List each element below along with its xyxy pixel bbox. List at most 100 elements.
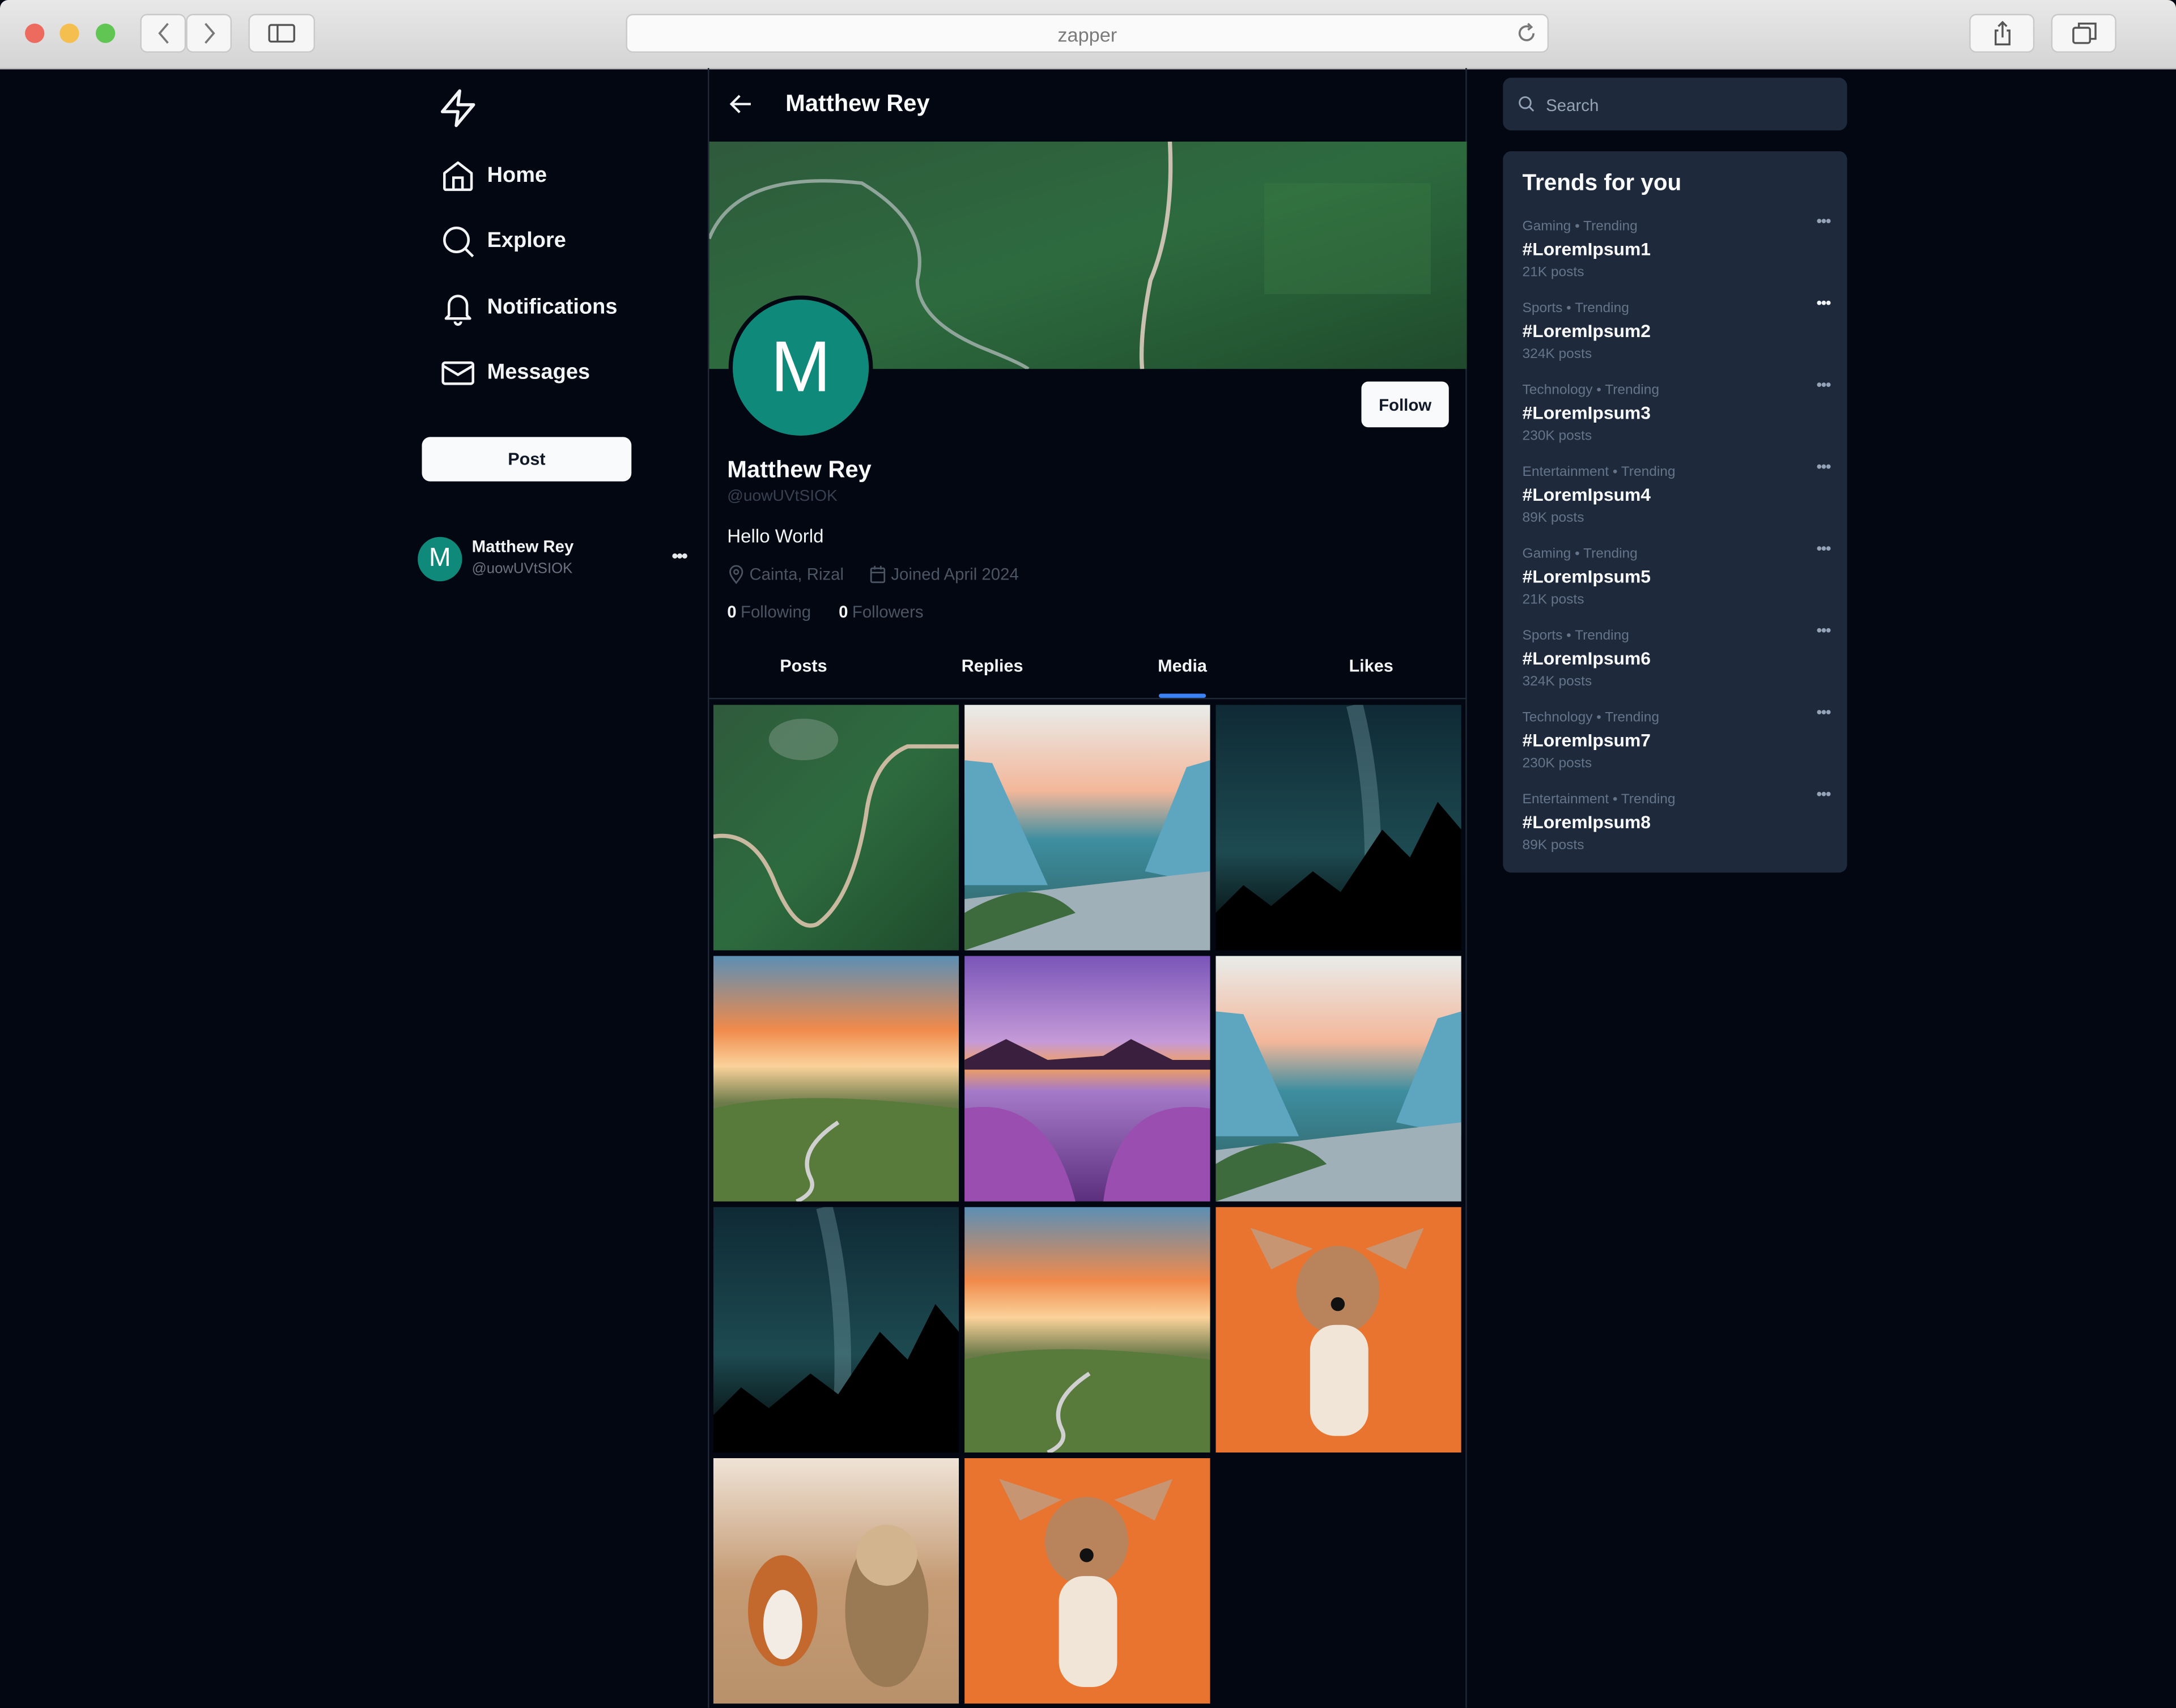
app-logo[interactable] (437, 87, 478, 136)
trends-panel: Trends for you Gaming • Trending #LoremIp… (1503, 151, 1847, 873)
following-link[interactable]: 0 Following (727, 602, 811, 621)
more-icon[interactable]: ••• (672, 545, 687, 566)
trend-count: 324K posts (1522, 347, 1592, 363)
media-item[interactable] (964, 1458, 1210, 1704)
profile-tabs: Posts Replies Media Likes (709, 637, 1467, 700)
following-label: Following (741, 602, 811, 622)
more-icon[interactable]: ••• (1817, 214, 1831, 230)
trend-item[interactable]: Gaming • Trending #LoremIpsum5 21K posts ••… (1522, 541, 1831, 619)
tab-likes[interactable]: Likes (1277, 656, 1465, 675)
address-bar[interactable]: zapper (626, 14, 1549, 53)
trend-item[interactable]: Technology • Trending #LoremIpsum7 230K po… (1522, 705, 1831, 782)
trend-count: 230K posts (1522, 428, 1592, 444)
sidebar-item-explore[interactable]: Explore (440, 220, 566, 262)
trend-item[interactable]: Gaming • Trending #LoremIpsum1 21K posts ••… (1522, 214, 1831, 291)
forward-nav-button[interactable] (186, 14, 232, 53)
trend-tag: #LoremIpsum3 (1522, 402, 1651, 423)
more-icon[interactable]: ••• (1817, 623, 1831, 640)
tabs-overview-button[interactable] (2051, 14, 2116, 53)
trend-tag: #LoremIpsum5 (1522, 566, 1651, 587)
trend-item[interactable]: Entertainment • Trending #LoremIpsum4 89K … (1522, 459, 1831, 536)
sidebar-icon (268, 24, 295, 43)
search-icon (443, 226, 474, 258)
sidebar-item-label: Notifications (487, 295, 618, 320)
media-item[interactable] (713, 1458, 959, 1704)
trend-item[interactable]: Sports • Trending #LoremIpsum2 324K posts •… (1522, 296, 1831, 373)
tab-replies[interactable]: Replies (898, 656, 1087, 675)
active-tab-indicator (1158, 693, 1206, 698)
search-box[interactable] (1503, 78, 1847, 131)
media-item[interactable] (713, 1207, 959, 1453)
more-icon[interactable]: ••• (1817, 541, 1831, 557)
profile-avatar: M (728, 295, 873, 440)
chevron-left-icon (157, 23, 168, 44)
share-icon (1994, 20, 2010, 46)
trend-tag: #LoremIpsum1 (1522, 238, 1651, 259)
tab-posts[interactable]: Posts (709, 656, 898, 675)
trend-item[interactable]: Technology • Trending #LoremIpsum3 230K po… (1522, 377, 1831, 455)
trend-count: 21K posts (1522, 265, 1584, 280)
tab-media[interactable]: Media (1088, 656, 1277, 675)
left-sidebar: Home Explore Notifications Messages Post… (416, 68, 708, 1708)
trend-category: Sports • Trending (1522, 628, 1629, 644)
trend-count: 89K posts (1522, 510, 1584, 526)
maximize-window-button[interactable] (95, 23, 116, 43)
trend-category: Gaming • Trending (1522, 546, 1638, 562)
profile-location: Cainta, Rizal (749, 564, 844, 585)
account-name: Matthew Rey (471, 536, 574, 557)
trend-tag: #LoremIpsum4 (1522, 484, 1651, 505)
arrow-left-icon[interactable] (729, 92, 754, 117)
media-item[interactable] (1216, 1207, 1461, 1453)
media-item[interactable] (1216, 956, 1461, 1202)
profile-bio: Hello World (727, 526, 824, 547)
account-switcher[interactable]: M Matthew Rey @uowUVtSIOK ••• (418, 536, 695, 584)
minimize-window-button[interactable] (60, 23, 79, 43)
profile-header: Matthew Rey (709, 68, 1467, 142)
following-count: 0 (727, 602, 737, 622)
more-icon[interactable]: ••• (1817, 459, 1831, 476)
reload-icon[interactable] (1514, 21, 1539, 46)
sidebar-item-messages[interactable]: Messages (440, 352, 590, 394)
media-item[interactable] (964, 956, 1210, 1202)
media-item[interactable] (1216, 705, 1461, 951)
profile-handle: @uowUVtSIOK (727, 488, 838, 505)
media-item[interactable] (964, 705, 1210, 951)
trend-tag: #LoremIpsum2 (1522, 320, 1651, 342)
search-input[interactable] (1543, 88, 1826, 122)
more-icon[interactable]: ••• (1817, 787, 1831, 803)
trend-count: 324K posts (1522, 674, 1592, 690)
trend-count: 21K posts (1522, 592, 1584, 608)
trend-category: Entertainment • Trending (1522, 465, 1676, 480)
trend-item[interactable]: Sports • Trending #LoremIpsum6 324K posts •… (1522, 623, 1831, 700)
sidebar-item-label: Messages (487, 360, 590, 385)
more-icon[interactable]: ••• (1817, 296, 1831, 312)
trend-category: Gaming • Trending (1522, 219, 1638, 235)
sidebar-toggle-button[interactable] (248, 14, 315, 53)
close-window-button[interactable] (25, 23, 45, 43)
media-item[interactable] (964, 1207, 1210, 1453)
followers-link[interactable]: 0 Followers (839, 602, 924, 621)
sidebar-item-home[interactable]: Home (440, 155, 547, 197)
more-icon[interactable]: ••• (1817, 705, 1831, 721)
trend-tag: #LoremIpsum6 (1522, 648, 1651, 669)
mail-icon (441, 361, 474, 385)
account-handle: @uowUVtSIOK (471, 560, 573, 577)
browser-toolbar: zapper (0, 0, 2176, 70)
sidebar-item-notifications[interactable]: Notifications (440, 287, 617, 329)
trend-item[interactable]: Entertainment • Trending #LoremIpsum8 89K … (1522, 787, 1831, 864)
media-item[interactable] (713, 956, 959, 1202)
profile-stats: 0 Following 0 Followers (727, 602, 923, 621)
trend-tag: #LoremIpsum8 (1522, 811, 1651, 833)
sidebar-item-label: Explore (487, 229, 566, 253)
trend-count: 230K posts (1522, 756, 1592, 772)
media-grid (713, 705, 1464, 1704)
trend-category: Technology • Trending (1522, 382, 1659, 398)
media-item[interactable] (713, 705, 959, 951)
back-nav-button[interactable] (140, 14, 186, 53)
post-button[interactable]: Post (422, 437, 632, 482)
chevron-right-icon (203, 23, 215, 44)
share-button[interactable] (1969, 14, 2035, 53)
follow-button[interactable]: Follow (1361, 381, 1449, 428)
more-icon[interactable]: ••• (1817, 377, 1831, 394)
profile-name: Matthew Rey (727, 456, 872, 483)
